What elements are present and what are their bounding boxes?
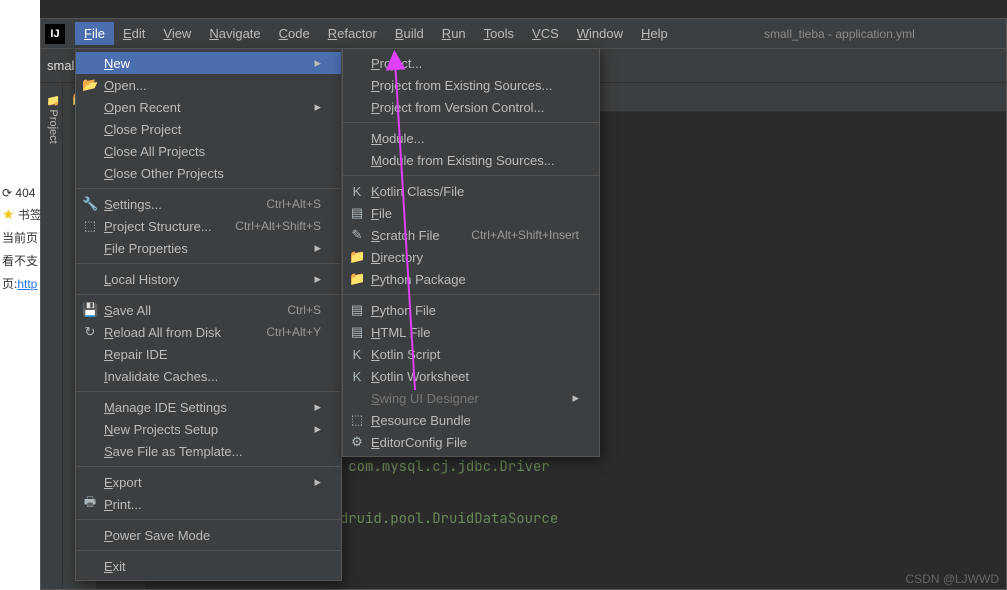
menu-item-kotlin-script[interactable]: KKotlin Script [343, 343, 599, 365]
menu-item-python-file[interactable]: ▤Python File [343, 299, 599, 321]
menu-item-icon: ▤ [349, 205, 365, 221]
menu-edit[interactable]: Edit [114, 22, 154, 45]
window-title: small_tieba - application.yml [677, 27, 1002, 41]
menu-tools[interactable]: Tools [475, 22, 523, 45]
menu-item-kotlin-worksheet[interactable]: KKotlin Worksheet [343, 365, 599, 387]
menu-item-project[interactable]: Project... [343, 52, 599, 74]
menu-item-scratch-file[interactable]: ✎Scratch FileCtrl+Alt+Shift+Insert [343, 224, 599, 246]
menu-code[interactable]: Code [270, 22, 319, 45]
menu-item-close-all-projects[interactable]: Close All Projects [76, 140, 341, 162]
menu-item-export[interactable]: Export▸ [76, 471, 341, 493]
menu-item-html-file[interactable]: ▤HTML File [343, 321, 599, 343]
menu-item-repair-ide[interactable]: Repair IDE [76, 343, 341, 365]
menu-item-project-from-version-control[interactable]: Project from Version Control... [343, 96, 599, 118]
menu-item-module[interactable]: Module... [343, 127, 599, 149]
menu-item-print[interactable]: 🖶Print... [76, 493, 341, 515]
menu-file[interactable]: File [75, 22, 114, 45]
menu-item-module-from-existing-sources[interactable]: Module from Existing Sources... [343, 149, 599, 171]
spinner-row: ⟳ 404 [2, 186, 38, 200]
menu-item-settings[interactable]: 🔧Settings...Ctrl+Alt+S [76, 193, 341, 215]
menu-item-icon: 💾 [82, 302, 98, 318]
menu-item-directory[interactable]: 📁Directory [343, 246, 599, 268]
menu-navigate[interactable]: Navigate [200, 22, 269, 45]
menu-item-save-file-as-template[interactable]: Save File as Template... [76, 440, 341, 462]
menubar: IJ FileEditViewNavigateCodeRefactorBuild… [41, 19, 1006, 49]
menu-item-new-projects-setup[interactable]: New Projects Setup▸ [76, 418, 341, 440]
menu-item-icon: 📁 [349, 271, 365, 287]
menu-refactor[interactable]: Refactor [319, 22, 386, 45]
menu-item-icon: 🖶 [82, 493, 98, 515]
menu-item-icon: ▤ [349, 324, 365, 340]
menu-item-project-from-existing-sources[interactable]: Project from Existing Sources... [343, 74, 599, 96]
menu-run[interactable]: Run [433, 22, 475, 45]
tool-window-stripe[interactable]: 📁 Project [41, 83, 63, 589]
breadcrumb: smal [47, 58, 74, 73]
menu-item-project-structure[interactable]: ⬚Project Structure...Ctrl+Alt+Shift+S [76, 215, 341, 237]
menu-help[interactable]: Help [632, 22, 677, 45]
menu-item-file[interactable]: ▤File [343, 202, 599, 224]
menu-view[interactable]: View [154, 22, 200, 45]
menu-item-exit[interactable]: Exit [76, 555, 341, 577]
menu-item-icon: K [349, 369, 365, 384]
menu-item-new[interactable]: New▸ [76, 52, 341, 74]
menu-item-swing-ui-designer: Swing UI Designer▸ [343, 387, 599, 409]
menu-item-close-project[interactable]: Close Project [76, 118, 341, 140]
menu-item-icon: ⬚ [349, 412, 365, 428]
menu-item-open-recent[interactable]: Open Recent▸ [76, 96, 341, 118]
menu-item-close-other-projects[interactable]: Close Other Projects [76, 162, 341, 184]
new-submenu: Project...Project from Existing Sources.… [342, 48, 600, 457]
text-row: 页:http [2, 275, 38, 292]
menu-item-reload-all-from-disk[interactable]: ↻Reload All from DiskCtrl+Alt+Y [76, 321, 341, 343]
bookmark-row: ★ 书签 [2, 206, 38, 223]
menu-build[interactable]: Build [386, 22, 433, 45]
menu-item-manage-ide-settings[interactable]: Manage IDE Settings▸ [76, 396, 341, 418]
menu-item-icon: K [349, 184, 365, 199]
watermark: CSDN @LJWWD [905, 572, 999, 586]
text-row: 看不支 [2, 252, 38, 269]
menu-item-icon: ↻ [82, 324, 98, 340]
menu-window[interactable]: Window [568, 22, 632, 45]
project-stripe-label[interactable]: 📁 Project [47, 93, 59, 144]
menu-item-python-package[interactable]: 📁Python Package [343, 268, 599, 290]
menu-item-save-all[interactable]: 💾Save AllCtrl+S [76, 299, 341, 321]
menu-item-invalidate-caches[interactable]: Invalidate Caches... [76, 365, 341, 387]
menu-vcs[interactable]: VCS [523, 22, 568, 45]
menu-item-icon: ✎ [349, 227, 365, 243]
file-menu: New▸📂Open...Open Recent▸Close ProjectClo… [75, 48, 342, 581]
menu-item-local-history[interactable]: Local History▸ [76, 268, 341, 290]
menu-item-open[interactable]: 📂Open... [76, 74, 341, 96]
menu-item-power-save-mode[interactable]: Power Save Mode [76, 524, 341, 546]
menu-item-icon: ▤ [349, 302, 365, 318]
menu-item-icon: 🔧 [82, 196, 98, 212]
menu-item-kotlin-class-file[interactable]: KKotlin Class/File [343, 180, 599, 202]
menu-item-file-properties[interactable]: File Properties▸ [76, 237, 341, 259]
menu-item-icon: ⬚ [82, 218, 98, 234]
menu-item-resource-bundle[interactable]: ⬚Resource Bundle [343, 409, 599, 431]
text-row: 当前页 [2, 229, 38, 246]
menu-item-editorconfig-file[interactable]: ⚙EditorConfig File [343, 431, 599, 453]
menu-item-icon: ⚙ [349, 434, 365, 450]
menu-item-icon: 📁 [349, 249, 365, 265]
external-left-edge: ⟳ 404 ★ 书签 当前页 看不支 页:http [0, 0, 40, 590]
menu-item-icon: K [349, 347, 365, 362]
app-icon: IJ [45, 24, 65, 44]
menu-item-icon: 📂 [82, 77, 98, 93]
